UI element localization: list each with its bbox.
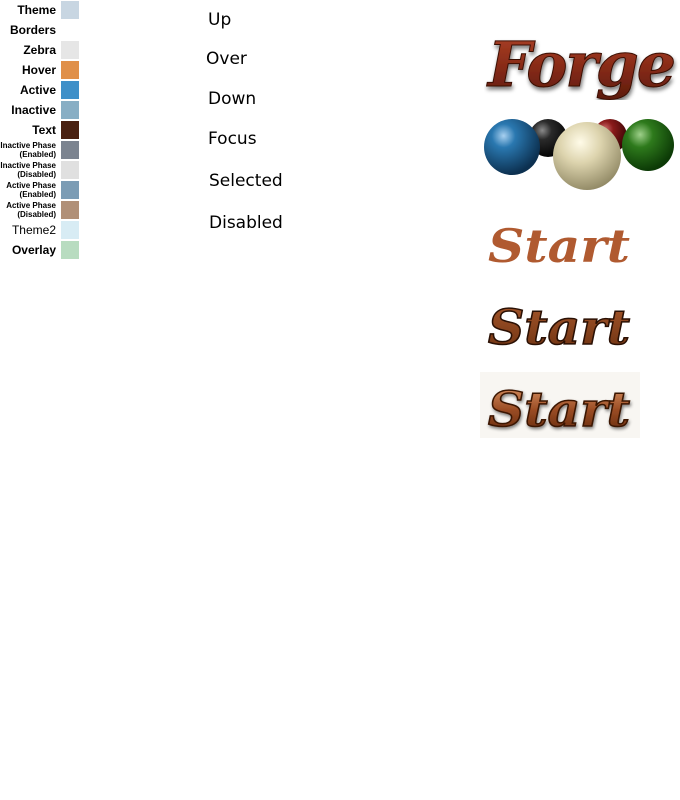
swatch-color-inactive-phase-disabled <box>61 161 79 179</box>
state-focus-label: Focus <box>208 129 257 149</box>
swatch-label-line: (Enabled) <box>19 190 56 199</box>
swatch-row-hover: Hover <box>0 61 80 79</box>
swatch-row-inactive-phase-enabled: Inactive Phase (Enabled) <box>0 141 80 159</box>
swatch-label-line: Active Phase <box>6 181 56 190</box>
swatch-label: Text <box>32 123 56 137</box>
swatch-row-inactive: Inactive <box>0 101 80 119</box>
swatch-label: Active <box>19 83 56 97</box>
swatch-label-line: Inactive Phase <box>0 161 56 170</box>
state-down-label: Down <box>208 89 257 109</box>
swatch-label: Hover <box>21 63 56 77</box>
start-button-over-label: Start <box>488 300 630 356</box>
swatch-label-line: (Disabled) <box>17 210 56 219</box>
swatch-label: Inactive Phase (Enabled) <box>0 141 56 159</box>
start-button-down-label: Start <box>488 382 630 438</box>
state-over-label: Over <box>206 49 247 69</box>
swatch-label: Overlay <box>11 243 56 257</box>
swatch-label: Borders <box>9 23 56 37</box>
swatch-color-overlay <box>61 241 79 259</box>
swatch-row-active-phase-enabled: Active Phase (Enabled) <box>0 181 80 199</box>
swatch-label: Active Phase (Enabled) <box>6 181 56 199</box>
swatch-color-theme <box>61 1 79 19</box>
start-button-up[interactable]: Start <box>484 210 644 276</box>
swatch-color-text <box>61 121 79 139</box>
swatch-label: Inactive <box>11 103 56 117</box>
swatch-label: Zebra <box>23 43 56 57</box>
swatch-label: Active Phase (Disabled) <box>6 201 56 219</box>
state-selected-label: Selected <box>209 171 283 191</box>
swatch-row-inactive-phase-disabled: Inactive Phase (Disabled) <box>0 161 80 179</box>
swatch-row-active-phase-disabled: Active Phase (Disabled) <box>0 201 80 219</box>
swatch-label: Inactive Phase (Disabled) <box>0 161 56 179</box>
start-button-up-label: Start <box>488 219 630 273</box>
swatch-color-inactive <box>61 101 79 119</box>
state-up-label: Up <box>208 10 232 30</box>
swatch-color-hover <box>61 61 79 79</box>
swatch-row-theme: Theme <box>0 1 80 19</box>
swatch-color-theme2 <box>61 221 79 239</box>
swatch-row-text: Text <box>0 121 80 139</box>
swatch-label-line: (Enabled) <box>19 150 56 159</box>
state-disabled-label: Disabled <box>209 213 283 233</box>
swatch-row-zebra: Zebra <box>0 41 80 59</box>
swatch-row-overlay: Overlay <box>0 241 80 259</box>
blue-marble <box>484 119 540 175</box>
swatch-color-zebra <box>61 41 79 59</box>
green-marble <box>622 119 674 171</box>
swatch-label-line: Active Phase <box>6 201 56 210</box>
swatch-label-line: (Disabled) <box>17 170 56 179</box>
swatch-row-borders: Borders <box>0 21 80 39</box>
swatch-color-active <box>61 81 79 99</box>
swatch-label: Theme <box>17 3 56 17</box>
forge-logo-text: Forge <box>486 28 674 100</box>
marble-balls-image <box>484 119 674 190</box>
swatch-color-active-phase-enabled <box>61 181 79 199</box>
swatch-color-active-phase-disabled <box>61 201 79 219</box>
cream-marble <box>553 122 621 190</box>
swatch-row-theme2: Theme2 <box>0 221 80 239</box>
swatch-row-active: Active <box>0 81 80 99</box>
swatch-color-inactive-phase-enabled <box>61 141 79 159</box>
start-button-down[interactable]: Start <box>480 370 644 440</box>
forge-logo: Forge <box>486 28 677 101</box>
swatch-label: Theme2 <box>11 223 56 237</box>
start-button-over[interactable]: Start <box>484 290 644 356</box>
swatch-label-line: Inactive Phase <box>0 141 56 150</box>
